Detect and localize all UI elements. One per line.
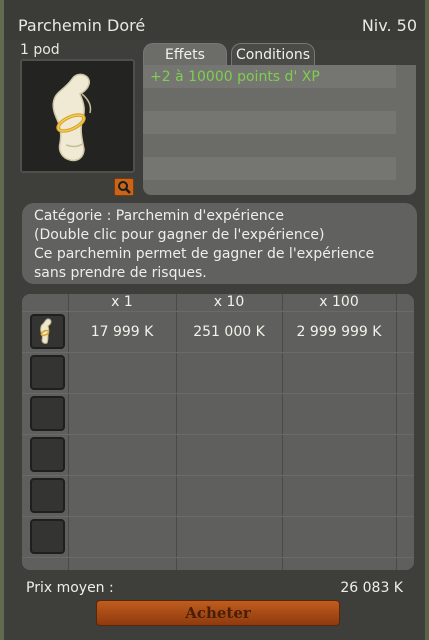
description-line: Ce parchemin permet de gagner de l'expér… [34, 246, 375, 262]
item-title: Parchemin Doré [18, 16, 146, 35]
row-divider [22, 475, 414, 476]
price-x1[interactable]: 17 999 K [68, 323, 176, 341]
item-slot[interactable] [30, 396, 65, 431]
title-bar[interactable]: Parchemin Doré Niv. 50 [4, 0, 425, 40]
effects-panel: +2 à 10000 points d' XP [143, 65, 416, 195]
header-x1: x 1 [111, 294, 133, 310]
row-divider [22, 311, 414, 312]
item-slot[interactable] [30, 519, 65, 554]
header-x100: x 100 [319, 294, 359, 310]
magnify-button[interactable] [114, 178, 134, 196]
column-divider [396, 294, 397, 570]
average-price-value: 26 083 K [340, 580, 403, 596]
item-slot[interactable] [30, 314, 65, 349]
row-divider [22, 557, 414, 558]
item-slot[interactable] [30, 478, 65, 513]
item-slot[interactable] [30, 437, 65, 472]
effect-text: +2 à 10000 points d' XP [150, 69, 320, 85]
buy-button[interactable]: Acheter [96, 600, 340, 626]
row-divider [22, 434, 414, 435]
description-line: sans prendre de risques. [34, 265, 207, 281]
effect-row [143, 157, 396, 180]
average-price-label: Prix moyen : [26, 580, 114, 596]
item-window: Parchemin Doré Niv. 50 1 pod Effets Cond… [0, 0, 429, 640]
price-x10[interactable]: 251 000 K [176, 323, 282, 341]
header-x10: x 10 [213, 294, 245, 310]
description-line: Catégorie : Parchemin d'expérience [34, 208, 284, 224]
item-description: Catégorie : Parchemin d'expérience (Doub… [22, 203, 417, 284]
item-level: Niv. 50 [361, 16, 417, 35]
price-x100[interactable]: 2 999 999 K [282, 323, 396, 341]
description-line: (Double clic pour gagner de l'expérience… [34, 227, 325, 243]
rolled-parchment-icon [52, 73, 92, 162]
tab-effets[interactable]: Effets [143, 43, 227, 65]
item-slot[interactable] [30, 355, 65, 390]
row-divider [22, 352, 414, 353]
tab-conditions[interactable]: Conditions [231, 43, 315, 65]
rolled-parchment-icon [40, 318, 52, 344]
row-divider [22, 516, 414, 517]
item-weight: 1 pod [20, 42, 60, 58]
magnify-icon [118, 181, 131, 194]
row-divider [22, 393, 414, 394]
effect-row [143, 111, 396, 134]
item-image-frame [20, 59, 135, 173]
